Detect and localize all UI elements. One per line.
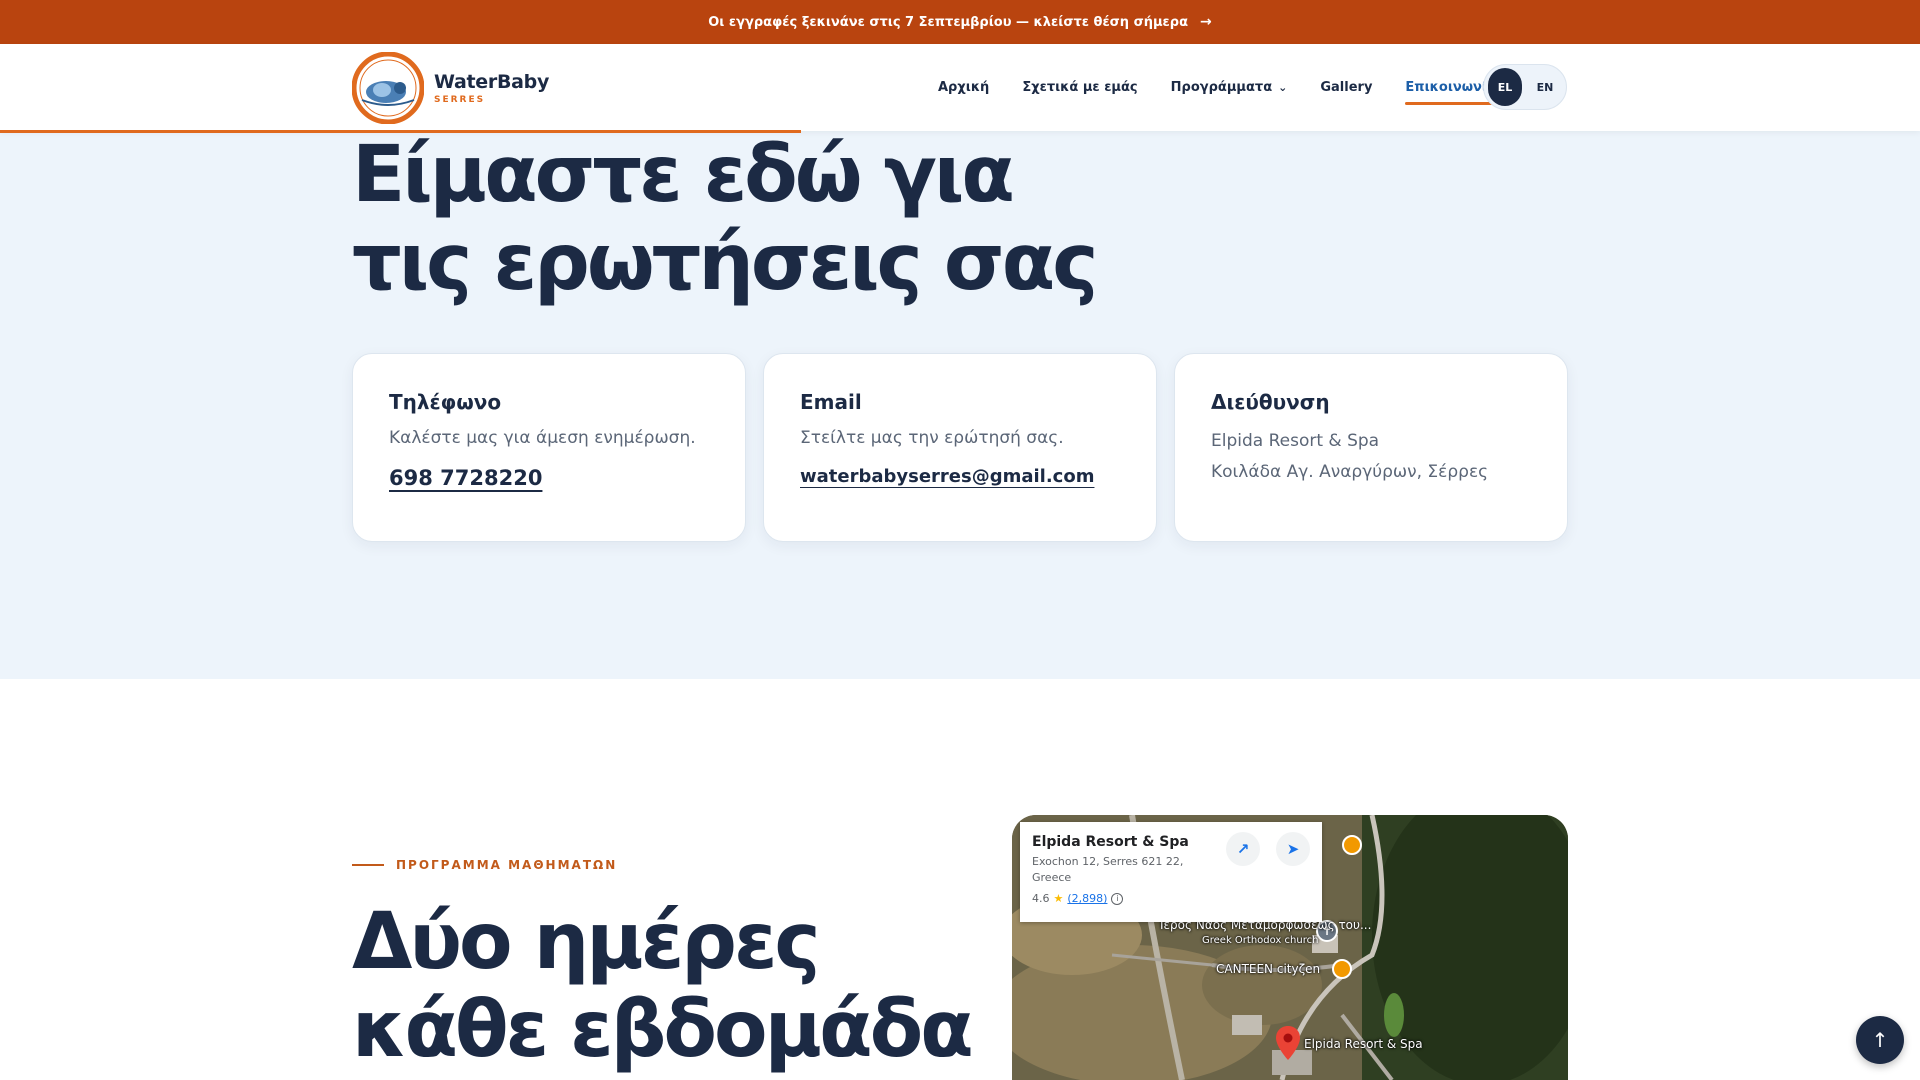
open-in-maps-icon[interactable]: ↗: [1226, 832, 1260, 866]
contact-hero: Είμαστε εδώ για τις ερωτήσεις σας Τηλέφω…: [0, 131, 1920, 679]
nav-label: Αρχική: [938, 80, 990, 95]
nav-item-about[interactable]: Σχετικά με εμάς: [1022, 80, 1137, 95]
title-line-2: τις ερωτήσεις σας: [352, 218, 1098, 308]
arrow-right-icon: →: [1200, 14, 1212, 30]
address-card: Διεύθυνση Elpida Resort & Spa Κοιλάδα Αγ…: [1174, 353, 1568, 542]
eyebrow-text: ΠΡΟΓΡΑΜΜΑ ΜΑΘΗΜΑΤΩΝ: [396, 858, 618, 872]
logo-subtitle: SERRES: [434, 95, 486, 105]
nav-item-gallery[interactable]: Gallery: [1320, 80, 1372, 95]
nav-label: Σχετικά με εμάς: [1022, 80, 1138, 95]
lang-en-button[interactable]: EN: [1528, 68, 1562, 106]
title-line-1: Είμαστε εδώ για: [352, 130, 1015, 220]
map-place-address: Exochon 12, Serres 621 22, Greece: [1032, 855, 1184, 884]
star-icon: ★: [1053, 892, 1064, 905]
arrow-up-icon: ↑: [1871, 1028, 1889, 1052]
address-line-1: Elpida Resort & Spa: [1211, 431, 1380, 451]
restaurant-pin-icon[interactable]: [1342, 835, 1362, 855]
email-link[interactable]: waterbabyserres@gmail.com: [800, 466, 1094, 487]
google-map-embed[interactable]: ✝ Ιερός Ναός Μεταμορφώσεως του... Greek …: [1012, 815, 1568, 1080]
schedule-title-line-1: Δύο ημέρες: [352, 897, 821, 987]
map-place-card: Elpida Resort & Spa Exochon 12, Serres 6…: [1020, 822, 1322, 922]
eyebrow-divider: [352, 864, 384, 866]
schedule-eyebrow: ΠΡΟΓΡΑΜΜΑ ΜΑΘΗΜΑΤΩΝ: [352, 858, 617, 872]
phone-card: Τηλέφωνο Καλέστε μας για άμεση ενημέρωση…: [352, 353, 746, 542]
map-label-church-type: Greek Orthodox church: [1202, 935, 1319, 946]
lang-el-button[interactable]: EL: [1488, 68, 1522, 106]
canteen-pin-icon[interactable]: [1332, 959, 1352, 979]
page-title: Είμαστε εδώ για τις ερωτήσεις σας: [352, 130, 1098, 308]
phone-card-title: Τηλέφωνο: [389, 390, 502, 414]
phone-card-desc: Καλέστε μας για άμεση ενημέρωση.: [389, 428, 696, 448]
scroll-progress-bar: [0, 130, 801, 133]
map-reviews-link[interactable]: (2,898): [1067, 892, 1107, 905]
email-card: Email Στείλτε μας την ερώτησή σας. water…: [763, 353, 1157, 542]
map-rating: 4.6 ★ (2,898) i: [1032, 892, 1310, 905]
map-label-resort: Elpida Resort & Spa: [1304, 1037, 1423, 1051]
nav-item-programs[interactable]: Προγράμματα ⌄: [1171, 80, 1288, 95]
address-line-2: Κοιλάδα Αγ. Αναργύρων, Σέρρες: [1211, 462, 1489, 482]
nav-label: Προγράμματα: [1170, 80, 1273, 95]
logo-icon: [352, 52, 424, 124]
email-card-desc: Στείλτε μας την ερώτησή σας.: [800, 428, 1064, 448]
chevron-down-icon: ⌄: [1278, 81, 1288, 94]
map-place-name: Elpida Resort & Spa: [1032, 834, 1189, 850]
schedule-title-line-2: κάθε εβδομάδα: [352, 985, 974, 1075]
back-to-top-button[interactable]: ↑: [1856, 1016, 1904, 1064]
site-header: WaterBaby SERRES Αρχική Σχετικά με εμάς …: [0, 44, 1920, 133]
location-pin-icon[interactable]: [1276, 1026, 1300, 1060]
nav-label: Gallery: [1320, 80, 1373, 95]
map-rating-value: 4.6: [1032, 892, 1050, 905]
map-label-canteen: CANTEEN cityζen: [1216, 962, 1321, 976]
main-nav: Αρχική Σχετικά με εμάς Προγράμματα ⌄ Gall…: [938, 44, 1497, 131]
directions-icon[interactable]: ➤: [1276, 832, 1310, 866]
schedule-title: Δύο ημέρες κάθε εβδομάδα: [352, 897, 974, 1075]
info-icon[interactable]: i: [1111, 892, 1124, 905]
address-card-title: Διεύθυνση: [1211, 390, 1330, 414]
phone-link[interactable]: 698 7728220: [389, 466, 542, 490]
logo-name: WaterBaby: [434, 71, 550, 93]
announcement-bar[interactable]: Οι εγγραφές ξεκινάνε στις 7 Σεπτεμβρίου …: [0, 0, 1920, 44]
email-card-title: Email: [800, 390, 862, 414]
announcement-text[interactable]: Οι εγγραφές ξεκινάνε στις 7 Σεπτεμβρίου …: [708, 15, 1188, 30]
logo[interactable]: WaterBaby SERRES: [352, 52, 549, 124]
language-switcher: EL EN: [1483, 64, 1567, 110]
nav-item-home[interactable]: Αρχική: [938, 80, 989, 95]
